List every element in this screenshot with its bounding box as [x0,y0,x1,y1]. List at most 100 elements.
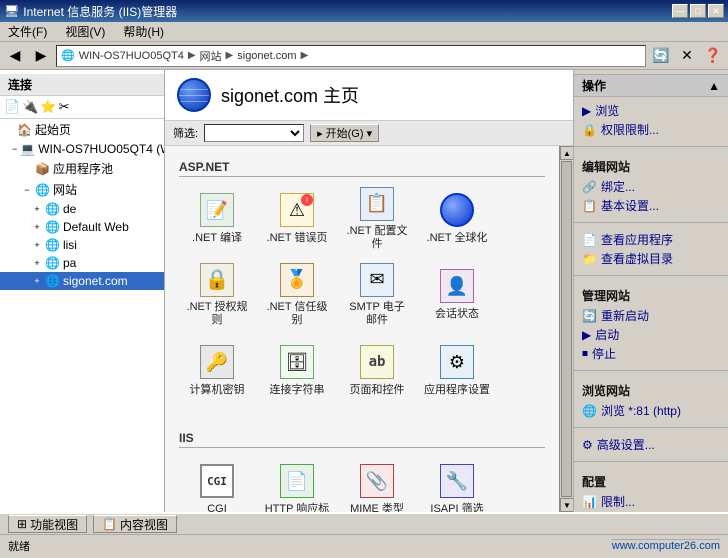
icon-connstr[interactable]: 🗄 连接字符串 [259,335,335,407]
action-section-view: 📄 查看应用程序 📁 查看虚拟目录 [574,226,728,272]
permissions-label: 权限限制... [601,121,659,138]
server-icon: 💻 [20,142,35,156]
tree-item-server[interactable]: − 💻 WIN-OS7HUO05QT4 (W [0,140,164,158]
address-part-2: 网站 [200,48,222,64]
left-panel: 连接 📄 🔌 ⭐ ✂ 🏠 起始页 − 💻 WIN-OS7HUO05QT4 (W … [0,70,165,512]
filter-start-btn[interactable]: ▸ 开始(G) ▾ [310,124,379,142]
editsite-title: 编辑网站 [582,158,720,175]
forward-button[interactable]: ▶ [30,45,52,67]
tree-item-apppool[interactable]: 📦 应用程序池 [0,158,164,179]
help-button[interactable]: ❓ [702,45,724,67]
icon-auth[interactable]: 🔒 .NET 授权规则 [179,259,255,331]
icon-smtp[interactable]: ✉ SMTP 电子邮件 [339,259,415,331]
start-icon: ▶ [582,328,591,342]
action-restart[interactable]: 🔄 重新启动 [582,306,720,325]
icon-net-error[interactable]: ⚠ ! .NET 错误页 [259,183,335,255]
action-advancedsettings[interactable]: ⚙ 高级设置... [582,435,720,454]
center-title: sigonet.com 主页 [221,82,359,108]
center-header: sigonet.com 主页 [165,70,573,121]
menu-file[interactable]: 文件(F) [4,21,51,42]
action-permissions[interactable]: 🔒 权限限制... [582,120,720,139]
icon-machinekey[interactable]: 🔑 计算机密钥 [179,335,255,407]
scroll-down-btn[interactable]: ▼ [560,498,573,512]
tree-btn-delete[interactable]: ✂ [59,99,70,115]
tree-label-lisi: lisi [63,238,77,252]
icon-mime[interactable]: 📎 MIME 类型 [339,454,415,512]
mime-icon: 📎 [360,464,394,498]
action-bind[interactable]: 🔗 绑定... [582,177,720,196]
action-limits[interactable]: 📊 限制... [582,492,720,511]
scroll-thumb[interactable] [561,161,572,497]
icon-appsettings[interactable]: ⚙ 应用程序设置 [419,335,495,407]
tree-btn-star[interactable]: ⭐ [40,99,56,115]
tree-item-de[interactable]: + 🌐 de [0,200,164,218]
center-panel: sigonet.com 主页 筛选: ▸ 开始(G) ▾ ASP.NET 📝 [165,70,573,512]
icon-isapi[interactable]: 🔧 ISAPI 筛选 [419,454,495,512]
defaultweb-icon: 🌐 [45,220,60,234]
action-start[interactable]: ▶ 启动 [582,325,720,344]
menu-view[interactable]: 视图(V) [61,21,109,42]
tree-toggle-server: − [12,144,17,154]
tree-label-sites: 网站 [53,181,77,198]
site-globe-icon [177,78,211,112]
minimize-button[interactable]: — [672,4,688,18]
status-text: 就绪 [8,538,30,554]
filter-select[interactable] [204,124,304,142]
tree-item-sigonet[interactable]: + 🌐 sigonet.com [0,272,164,290]
icon-cgi[interactable]: CGI CGI [179,454,255,512]
net-error-icon: ⚠ ! [280,193,314,227]
tree-item-sites[interactable]: − 🌐 网站 [0,179,164,200]
icon-trust[interactable]: 🏅 .NET 信任级别 [259,259,335,331]
icon-net-edit[interactable]: 📝 .NET 编译 [179,183,255,255]
action-stop[interactable]: ⏹ 停止 [582,344,720,363]
stop-button[interactable]: ✕ [676,45,698,67]
actions-header[interactable]: 操作 ▲ [574,74,728,97]
tree-label-sigonet: sigonet.com [63,274,128,288]
start-label: 启动 [595,326,619,343]
connstr-icon: 🗄 [280,345,314,379]
maximize-button[interactable]: □ [690,4,706,18]
actions-collapse-icon: ▲ [708,79,720,93]
isapi-icon: 🔧 [440,464,474,498]
center-scrollbar[interactable]: ▲ ▼ [559,146,573,512]
close-button[interactable]: ✕ [708,4,724,18]
icon-session[interactable]: 👤 会话状态 [419,259,495,331]
refresh-button[interactable]: 🔄 [650,45,672,67]
limits-icon: 📊 [582,495,597,509]
pages-label: 页面和控件 [350,384,405,397]
aspnet-icons-grid: 📝 .NET 编译 ⚠ ! .NET 错误页 [179,183,545,407]
tree-btn-connect[interactable]: 🔌 [22,99,38,115]
action-basicsettings[interactable]: 📋 基本设置... [582,196,720,215]
icon-net-global[interactable]: .NET 全球化 [419,183,495,255]
tree-label-home: 起始页 [35,121,71,138]
back-button[interactable]: ◀ [4,45,26,67]
trust-label: .NET 信任级别 [264,301,330,327]
action-browse[interactable]: ▶ 浏览 [582,101,720,120]
icon-pages[interactable]: ab 页面和控件 [339,335,415,407]
sep-6 [574,461,728,462]
action-section-advanced: ⚙ 高级设置... [574,431,728,458]
scroll-up-btn[interactable]: ▲ [560,146,573,160]
tree-item-pa[interactable]: + 🌐 pa [0,254,164,272]
funcview-btn[interactable]: ⊞ 功能视图 [8,515,87,533]
contentview-btn[interactable]: 📋 内容视图 [93,515,177,533]
tree-item-defaultweb[interactable]: + 🌐 Default Web [0,218,164,236]
action-viewdirs[interactable]: 📁 查看虚拟目录 [582,249,720,268]
tree-item-lisi[interactable]: + 🌐 lisi [0,236,164,254]
tree-item-home[interactable]: 🏠 起始页 [0,119,164,140]
icon-net-config[interactable]: 📋 .NET 配置文件 [339,183,415,255]
restart-label: 重新启动 [601,307,649,324]
tree-btn-new[interactable]: 📄 [4,99,20,115]
funcview-label: 功能视图 [30,516,78,533]
action-browse-http[interactable]: 🌐 浏览 *:81 (http) [582,401,720,420]
menu-help[interactable]: 帮助(H) [119,21,168,42]
tree-toggle-lisi: + [32,240,42,250]
smtp-label: SMTP 电子邮件 [344,301,410,327]
action-section-config: 配置 📊 限制... [574,465,728,512]
browse-label: 浏览 [595,102,619,119]
tree-label-apppool: 应用程序池 [53,160,113,177]
action-viewapps[interactable]: 📄 查看应用程序 [582,230,720,249]
net-global-icon [440,193,474,227]
right-panel: 操作 ▲ ▶ 浏览 🔒 权限限制... 编辑网站 🔗 绑定... 📋 [573,70,728,512]
icon-http[interactable]: 📄 HTTP 响应标 [259,454,335,512]
